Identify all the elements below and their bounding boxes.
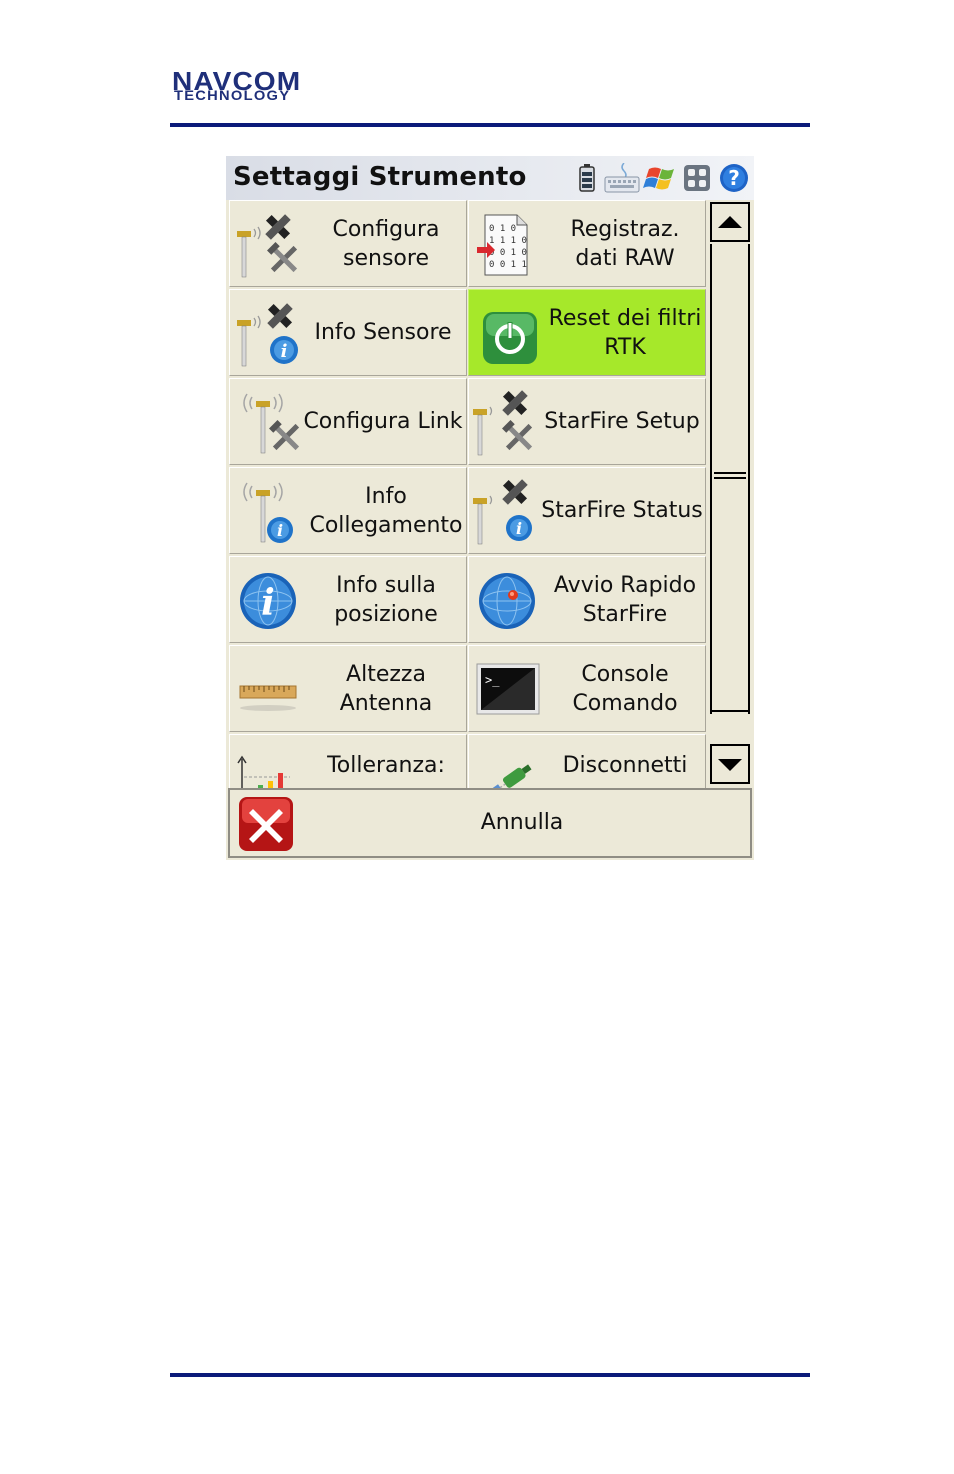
help-icon[interactable]: ? [718,162,750,194]
tile-label: Registraz. dati RAW [570,216,680,271]
keyboard-icon[interactable] [604,162,640,194]
svg-text:i: i [277,521,283,540]
scroll-down-arrow-icon [718,759,742,771]
tile-label: StarFire Status [541,498,703,523]
svg-text:0 0 1 1: 0 0 1 1 [489,260,527,270]
svg-text:i: i [261,582,275,624]
configure-sensor-tile[interactable]: Configura sensore [229,200,467,287]
svg-text:>_: >_ [485,673,500,687]
antenna-height-tile[interactable]: Altezza Antenna [229,645,467,732]
radio-rod-info-icon: i [234,476,306,548]
svg-text:?: ? [728,166,740,190]
red-x-icon [238,796,294,852]
scroll-up-arrow-icon [718,216,742,228]
link-info-tile[interactable]: i Info Collegamento [229,467,467,554]
raw-data-logging-tile[interactable]: 0 1 0 1 1 1 0 0 0 1 0 0 0 1 1 Registraz. da… [468,200,706,287]
footer-rule [170,1373,810,1377]
position-info-tile[interactable]: i Info sulla posizione [229,556,467,643]
scroll-up-button[interactable] [710,202,750,242]
binary-file-icon: 0 1 0 1 1 1 0 0 0 1 0 0 0 1 1 [473,209,545,281]
tile-label: Configura Link [303,409,463,434]
tile-label: Info sulla posizione [334,572,438,627]
starfire-quick-start-tile[interactable]: Avvio Rapido StarFire [468,556,706,643]
starfire-setup-tile[interactable]: StarFire Setup [468,378,706,465]
tile-label: Reset dei filtri RTK [548,305,702,360]
header-rule [170,123,810,127]
scroll-down-button[interactable] [710,744,750,784]
command-console-tile[interactable]: >_ Console Comando [468,645,706,732]
radio-rod-tools-icon [234,387,306,459]
info-globe-icon: i [234,565,306,637]
tile-label: StarFire Setup [544,409,700,434]
starfire-satellite-tools-icon [473,387,545,459]
tile-label: Configura sensore [332,216,440,271]
svg-text:1 1 1 0: 1 1 1 0 [489,236,527,246]
svg-text:0 1 0: 0 1 0 [489,224,516,234]
vertical-scrollbar[interactable] [710,200,752,788]
scroll-grip-line [714,477,746,479]
reset-rtk-filters-tile[interactable]: Reset dei filtri RTK [468,289,706,376]
svg-text:i: i [281,341,288,362]
gps-rod-satellite-info-icon: i [234,298,306,370]
windows-flag-icon[interactable] [642,162,678,194]
svg-text:i: i [516,519,522,538]
tile-label: Altezza Antenna [339,661,433,716]
scroll-grip-line [714,472,746,474]
tile-label: Info Sensore [314,320,452,345]
power-button-icon [473,298,545,370]
tile-label: Avvio Rapido StarFire [553,572,697,627]
gps-rod-satellite-tools-icon [234,209,306,281]
measuring-tape-icon [234,654,306,726]
svg-text:0 0 1 0: 0 0 1 0 [489,248,527,258]
cancel-label: Annulla [480,810,564,835]
window-title: Settaggi Strumento [233,162,527,192]
scroll-track[interactable] [710,244,750,714]
cancel-button[interactable]: Annulla [228,788,752,858]
scroll-thumb-edge [712,710,748,712]
starfire-satellite-info-icon: i [473,476,545,548]
sensor-info-tile[interactable]: i Info Sensore [229,289,467,376]
navcom-logo: NAVCOM TECHNOLOGY [172,68,358,106]
calculator-icon[interactable] [682,162,712,194]
logo-line2: TECHNOLOGY [174,87,291,103]
battery-icon[interactable] [576,162,598,194]
starfire-status-tile[interactable]: i StarFire Status [468,467,706,554]
terminal-icon: >_ [473,654,545,726]
instrument-settings-window: Settaggi Strumento ? Configura sensore 0… [226,156,754,860]
globe-pin-icon [473,565,545,637]
tile-label: Console Comando [572,661,678,716]
configure-link-tile[interactable]: Configura Link [229,378,467,465]
tile-label: Info Collegamento [309,483,463,538]
title-bar: Settaggi Strumento ? [226,156,754,200]
